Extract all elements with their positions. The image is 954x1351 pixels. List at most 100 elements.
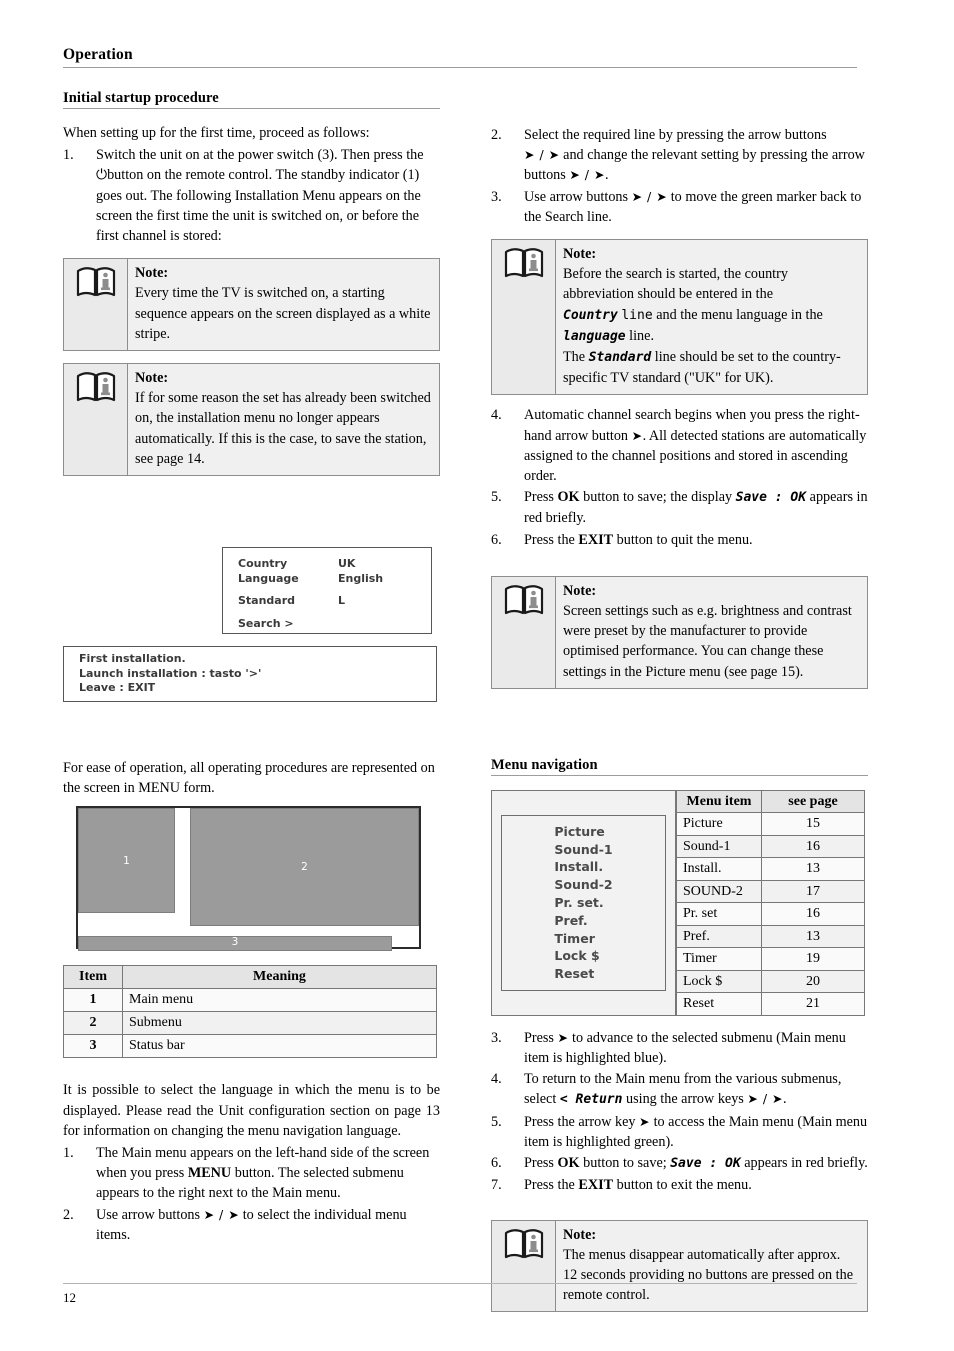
arrow-left-icon: ➤ bbox=[639, 1113, 651, 1129]
osd-status-line-3: Leave : EXIT bbox=[79, 681, 156, 695]
step-number: 1. bbox=[63, 147, 74, 164]
step-text-b: button on the remote control. The standb… bbox=[96, 167, 421, 245]
table-head: Menu item see page bbox=[676, 789, 865, 814]
step-text-a: Press bbox=[524, 1155, 558, 1172]
menu-navigation-steps-list: 3. Press ➤ to advance to the selected sub… bbox=[491, 1028, 868, 1196]
osd-row-search: Search > bbox=[238, 617, 431, 632]
col-header-see-page: see page bbox=[761, 789, 865, 814]
cell-page: 13 bbox=[761, 857, 865, 881]
startup-steps-continued-list: 2. Select the required line by pressing t… bbox=[491, 125, 868, 227]
step-text-c: appears in red briefly. bbox=[740, 1155, 868, 1172]
list-item: 2. Select the required line by pressing t… bbox=[491, 125, 868, 186]
item-meaning-table: Item Meaning 1 Main menu 2 Submenu 3 Sta… bbox=[63, 965, 437, 1059]
osd-status-line-2: Launch installation : tasto '>' bbox=[79, 666, 262, 680]
step-text-a: Press the bbox=[524, 1177, 579, 1194]
table-row: 2 Submenu bbox=[63, 1011, 437, 1036]
osd-main-menu-panel: Picture Sound-1 Install. Sound-2 Pr. set… bbox=[501, 814, 666, 991]
cell-page: 21 bbox=[761, 992, 865, 1016]
note-icon-cell bbox=[64, 364, 128, 476]
cell-menu-item: SOUND-2 bbox=[676, 879, 762, 904]
osd-status-bar: First installation. Launch installation … bbox=[63, 646, 437, 702]
note-text-a: Before the search is started, the countr… bbox=[563, 266, 788, 303]
diagram-label-1: 1 bbox=[123, 854, 130, 867]
note-box-starting-sequence: Note: Every time the TV is switched on, … bbox=[63, 258, 440, 352]
column-spacer bbox=[491, 699, 868, 757]
table-row: Sound-1 16 bbox=[676, 834, 865, 859]
step-text-a: Press the bbox=[524, 531, 579, 548]
list-item: 7. Press the EXIT button to exit the menu… bbox=[491, 1175, 868, 1195]
table-row: Timer 19 bbox=[676, 947, 865, 971]
table-body: 1 Main menu 2 Submenu 3 Status bar bbox=[63, 988, 437, 1059]
arrow-up-down-icon: ➤ / ➤ bbox=[203, 1206, 240, 1222]
note-text-c: line. bbox=[625, 327, 654, 344]
running-head-title: Operation bbox=[63, 46, 133, 63]
osd-menu-item-pref: Pref. bbox=[554, 912, 588, 928]
keyword-standard: Standard bbox=[588, 350, 652, 366]
list-item: 5. Press the arrow key ➤ to access the Ma… bbox=[491, 1112, 868, 1152]
step-number: 6. bbox=[491, 531, 502, 548]
keyword-return: < Return bbox=[559, 1092, 623, 1108]
cell-menu-item: Reset bbox=[676, 992, 762, 1016]
list-item: 1. The Main menu appears on the left-hand… bbox=[63, 1143, 440, 1204]
section-rule bbox=[491, 774, 868, 776]
osd-row-country: Country UK bbox=[238, 557, 431, 572]
arrow-up-down-icon: ➤ / ➤ bbox=[631, 188, 668, 204]
note-book-info-icon bbox=[504, 1228, 543, 1258]
language-paragraph: It is possible to select the language in… bbox=[63, 1082, 440, 1139]
osd-spacer bbox=[238, 586, 431, 594]
list-item: 4. Automatic channel search begins when y… bbox=[491, 405, 868, 486]
step-text-b: button to save; the display bbox=[579, 489, 736, 506]
table-row: Lock $ 20 bbox=[676, 969, 865, 994]
arrow-up-down-icon: ➤ / ➤ bbox=[524, 147, 560, 163]
note-book-info-icon bbox=[504, 248, 543, 278]
note-text-b: and the menu language in the bbox=[652, 306, 823, 323]
screen-layout-diagram: 1 2 3 bbox=[76, 806, 421, 952]
osd-row-language: Language English bbox=[238, 572, 431, 587]
step-text-c: . bbox=[782, 1091, 787, 1108]
col-header-meaning: Meaning bbox=[122, 965, 437, 990]
step-number: 5. bbox=[491, 1113, 502, 1130]
cell-page: 17 bbox=[761, 879, 865, 904]
diagram-region-submenu: 2 bbox=[190, 808, 419, 927]
note-title: Note: bbox=[563, 582, 597, 599]
table-row: 1 Main menu bbox=[63, 988, 437, 1013]
list-item: 6. Press the EXIT button to quit the menu… bbox=[491, 530, 868, 550]
osd-menu-item-pr-set: Pr. set. bbox=[554, 894, 604, 910]
osd-menu-item-timer: Timer bbox=[554, 930, 595, 946]
button-name-ok: OK bbox=[557, 1155, 580, 1172]
list-item: 3. Use arrow buttons ➤ / ➤ to move the gr… bbox=[491, 187, 868, 227]
table-header-row: Menu item see page bbox=[676, 789, 865, 814]
step-number: 7. bbox=[491, 1177, 502, 1194]
col-header-item: Item bbox=[63, 965, 123, 990]
note-body: Note: Every time the TV is switched on, … bbox=[128, 259, 439, 350]
table-row: Install. 13 bbox=[676, 857, 865, 881]
note-text-line-1: The menus disappear automatically after … bbox=[563, 1246, 841, 1263]
step-text-a: Use arrow buttons bbox=[524, 188, 632, 205]
cell-page: 20 bbox=[761, 969, 865, 994]
cell-menu-item: Pr. set bbox=[676, 902, 762, 926]
col-header-menu-item: Menu item bbox=[676, 789, 762, 814]
osd-message-save-ok: Save : OK bbox=[670, 1156, 741, 1172]
arrow-right-icon: ➤ bbox=[557, 1029, 569, 1045]
osd-key: Country bbox=[238, 557, 288, 571]
step-text-b: to advance to the selected submenu (Main… bbox=[524, 1029, 846, 1067]
osd-main-menu-panel-wrap: Picture Sound-1 Install. Sound-2 Pr. set… bbox=[491, 789, 676, 1016]
step-number: 3. bbox=[491, 1029, 502, 1046]
note-book-info-icon bbox=[504, 585, 543, 614]
cell-menu-item: Sound-1 bbox=[676, 834, 762, 859]
osd-status-line-1: First installation. bbox=[79, 652, 186, 666]
menu-form-paragraph: For ease of operation, all operating pro… bbox=[63, 760, 435, 797]
arrow-up-down-icon: ➤ / ➤ bbox=[747, 1091, 783, 1107]
step-number: 6. bbox=[491, 1155, 502, 1172]
osd-spacer bbox=[238, 609, 431, 617]
cell-menu-item: Install. bbox=[676, 857, 762, 881]
footer-rule bbox=[63, 1283, 857, 1284]
list-item: 3. Press ➤ to advance to the selected sub… bbox=[491, 1028, 868, 1068]
note-text: If for some reason the set has already b… bbox=[135, 390, 431, 467]
note-box-country-language: Note: Before the search is started, the … bbox=[491, 239, 868, 396]
osd-key: Standard bbox=[238, 594, 296, 608]
cell-meaning: Status bar bbox=[122, 1034, 437, 1059]
section-rule bbox=[63, 108, 440, 109]
section-heading-initial-startup: Initial startup procedure bbox=[63, 90, 219, 106]
diagram-label-2: 2 bbox=[301, 861, 308, 874]
